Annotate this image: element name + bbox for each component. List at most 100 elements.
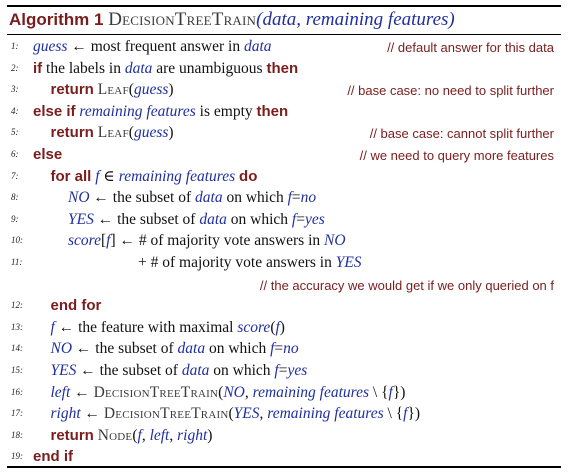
- line-number: 9:: [11, 213, 19, 224]
- algorithm-line: // the accuracy we would get if we only …: [0, 275, 568, 297]
- code-text: ← the feature with maximal: [54, 318, 238, 336]
- algorithm-label: Algorithm 1: [9, 10, 104, 29]
- variable: left: [50, 383, 71, 401]
- line-comment: // the accuracy we would get if we only …: [259, 277, 554, 293]
- code-text: are unambiguous: [152, 59, 267, 77]
- variable: score: [68, 232, 101, 250]
- code-text: ] ← # of majority vote answers in: [110, 232, 324, 250]
- line-comment: // default answer for this data: [387, 40, 554, 55]
- code-text: =: [274, 340, 284, 358]
- variable: remaining features: [79, 102, 196, 120]
- code-text: ): [168, 81, 174, 99]
- keyword: then: [256, 102, 289, 120]
- function-name: DecisionTreeTrain: [103, 405, 229, 423]
- code-text: ): [168, 124, 174, 142]
- algorithm-line: 14: NO ← the subset of data on which f=no: [0, 339, 568, 361]
- code-text: ←: [80, 405, 104, 423]
- code-text: on which: [209, 362, 275, 379]
- variable: right: [50, 405, 81, 423]
- function-name: Node: [97, 426, 133, 444]
- line-code: return Leaf(guess): [51, 80, 174, 100]
- line-comment: // we need to query more features: [359, 148, 554, 163]
- variable: data: [199, 210, 227, 228]
- variable: remaining features: [118, 167, 236, 185]
- algorithm-line: 18: return Node(f, left, right): [0, 426, 568, 448]
- code-text: ,: [244, 383, 253, 401]
- line-code: right ← DecisionTreeTrain(YES, remaining…: [51, 404, 421, 424]
- variable: yes: [287, 362, 308, 379]
- code-text: ): [207, 426, 213, 444]
- line-code: + # of majority vote answers in YES: [138, 253, 362, 273]
- algorithm-line: 4: else if remaining features is empty th…: [0, 102, 568, 124]
- line-number: 6:: [11, 149, 19, 159]
- keyword: return: [50, 124, 94, 142]
- variable: guess: [133, 81, 169, 99]
- code-text: ← the subset of: [93, 210, 200, 228]
- code-text: is empty: [195, 102, 257, 120]
- function-name: DecisionTreeTrain: [93, 383, 219, 401]
- code-text: =: [291, 189, 301, 207]
- line-code: NO ← the subset of data on which f=no: [51, 339, 299, 359]
- algorithm-line: 6: else // we need to query more features: [0, 145, 568, 167]
- variable: data: [195, 189, 223, 207]
- variable: NO: [50, 340, 73, 358]
- variable: data: [181, 362, 210, 379]
- variable: right: [177, 426, 208, 444]
- line-comment: // base case: no need to split further: [347, 83, 554, 99]
- keyword: end if: [33, 448, 73, 466]
- algorithm-line: 9: YES ← the subset of data on which f=ye…: [0, 210, 568, 232]
- line-code: for all f ∈ remaining features do: [51, 167, 258, 187]
- line-number: 13:: [11, 321, 23, 332]
- keyword: return: [50, 426, 94, 444]
- line-code: NO ← the subset of data on which f=no: [68, 188, 316, 208]
- code-text: \ {: [383, 405, 404, 423]
- code-text: =: [296, 210, 305, 228]
- code-text: ←: [70, 383, 94, 401]
- variable: remaining features: [252, 383, 370, 401]
- line-number: 17:: [11, 408, 23, 419]
- code-text: the labels in: [42, 59, 125, 77]
- keyword: return: [50, 81, 94, 99]
- code-text: ): [279, 318, 285, 336]
- algorithm-line: 15: YES ← the subset of data on which f=y…: [0, 361, 568, 383]
- variable: YES: [335, 254, 362, 271]
- variable: YES: [233, 405, 260, 423]
- algorithm-top-rule: [7, 5, 561, 7]
- keyword: then: [266, 59, 299, 77]
- variable: yes: [304, 210, 325, 228]
- algorithm-line: 5: return Leaf(guess) // base case: cannot…: [0, 123, 568, 145]
- algorithm-line: 12: end for: [0, 296, 568, 318]
- code-text: ← the subset of: [76, 362, 182, 379]
- variable: no: [300, 189, 317, 207]
- line-number: 11:: [11, 257, 23, 267]
- code-text: on which: [226, 210, 292, 228]
- code-text: ∈: [99, 167, 119, 185]
- line-number: 16:: [11, 386, 23, 397]
- line-number: 2:: [11, 62, 19, 73]
- variable: score: [237, 318, 271, 336]
- keyword: for all: [50, 167, 92, 185]
- algorithm-line: 2: if the labels in data are unambiguous …: [0, 59, 568, 81]
- code-text: on which: [205, 340, 271, 358]
- line-code: return Node(f, left, right): [51, 426, 213, 446]
- keyword: else: [33, 146, 63, 163]
- line-number: 15:: [11, 365, 23, 375]
- code-text: + # of majority vote answers in: [138, 254, 336, 271]
- line-code: left ← DecisionTreeTrain(NO, remaining f…: [51, 383, 406, 403]
- code-text: \ {: [369, 383, 389, 401]
- variable: YES: [50, 362, 77, 379]
- function-name: Leaf: [97, 81, 129, 99]
- code-text: ,: [141, 426, 150, 444]
- code-text: on which: [222, 189, 288, 207]
- keyword: do: [239, 167, 258, 185]
- line-code: else if remaining features is empty then: [33, 102, 288, 122]
- line-code: end if: [33, 447, 73, 467]
- variable: YES: [68, 210, 94, 228]
- variable: NO: [68, 189, 90, 207]
- algorithm-line: 16: left ← DecisionTreeTrain(NO, remainin…: [0, 383, 568, 405]
- code-text: ← most frequent answer in: [67, 38, 244, 55]
- line-code: YES ← the subset of data on which f=yes: [51, 361, 308, 381]
- line-code: YES ← the subset of data on which f=yes: [68, 210, 325, 230]
- keyword: end for: [50, 297, 102, 315]
- variable: guess: [33, 38, 68, 55]
